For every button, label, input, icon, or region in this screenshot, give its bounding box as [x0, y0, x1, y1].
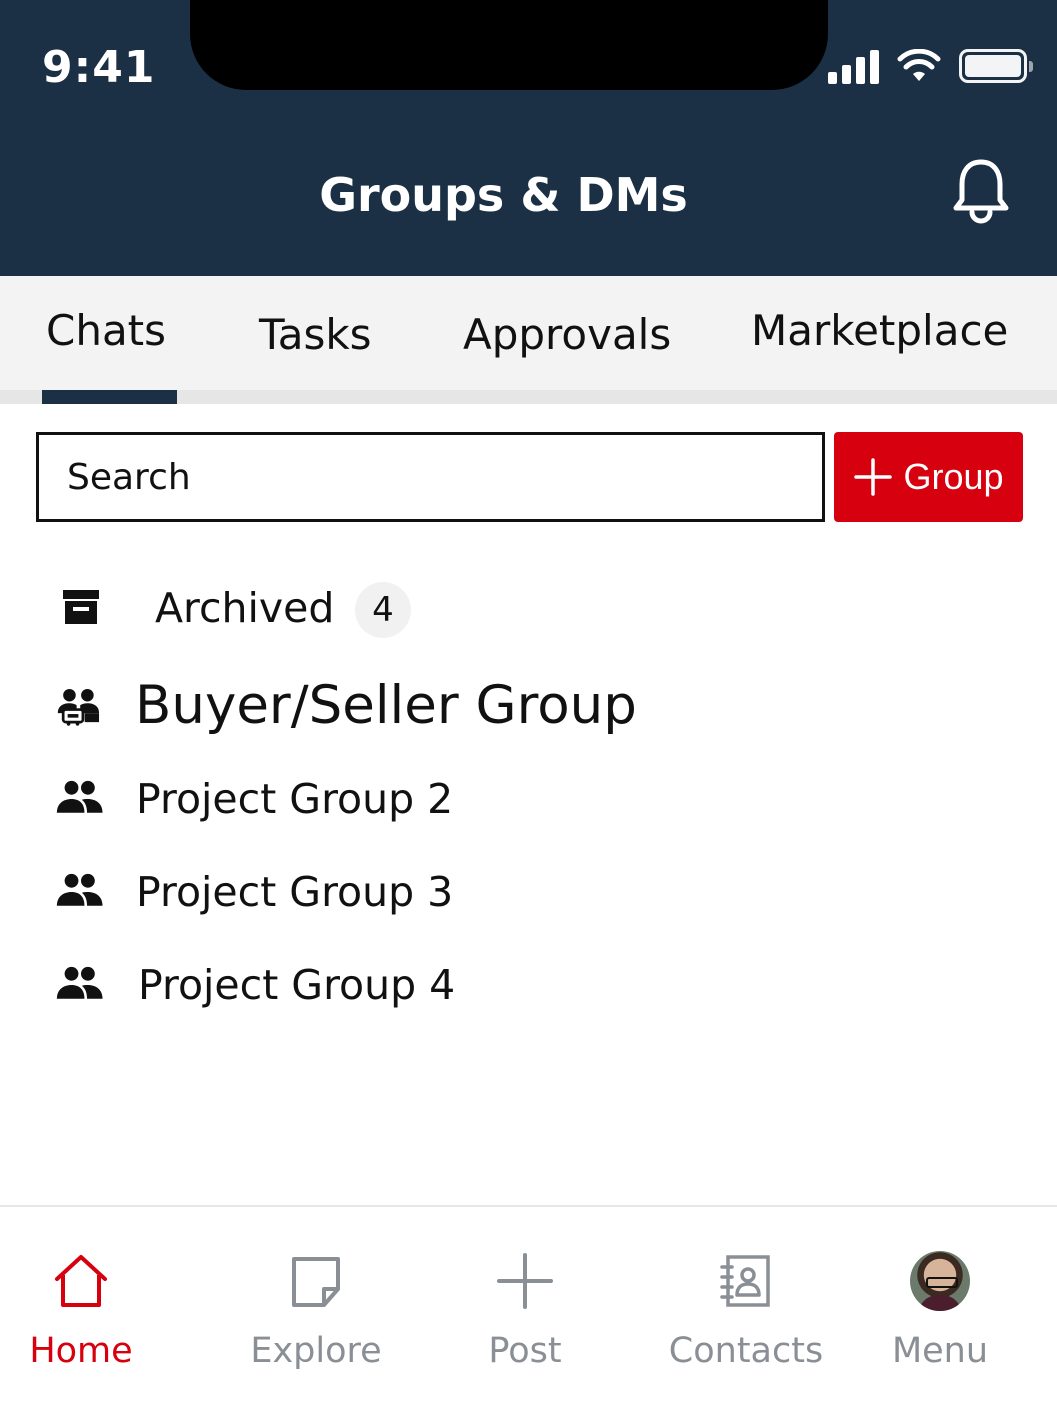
page-title: Groups & DMs	[319, 168, 688, 222]
list-item[interactable]: Project Group 4	[56, 961, 455, 1009]
nav-contacts[interactable]: Contacts	[664, 1251, 828, 1371]
tab-tasks[interactable]: Tasks	[259, 310, 372, 359]
nav-menu[interactable]: Menu	[890, 1251, 990, 1371]
status-time: 9:41	[42, 42, 156, 93]
buyer-seller-group-icon	[57, 688, 100, 726]
plus-icon	[497, 1253, 553, 1309]
group-icon	[56, 780, 103, 813]
wifi-icon	[897, 49, 941, 81]
add-group-button[interactable]: Group	[834, 432, 1023, 522]
battery-icon	[959, 49, 1033, 83]
contacts-book-icon	[720, 1255, 770, 1307]
notification-bell-icon[interactable]	[950, 156, 1012, 226]
tab-approvals[interactable]: Approvals	[463, 310, 671, 359]
plus-icon	[854, 458, 893, 496]
archive-box-icon	[63, 590, 99, 624]
list-item[interactable]: Project Group 3	[56, 868, 453, 916]
nav-post[interactable]: Post	[486, 1251, 564, 1371]
nav-home-label: Home	[29, 1331, 133, 1371]
list-item[interactable]: Buyer/Seller Group	[56, 675, 637, 736]
active-tab-indicator	[42, 390, 177, 404]
nav-explore[interactable]: Explore	[250, 1251, 382, 1371]
nav-home[interactable]: Home	[28, 1251, 134, 1371]
home-icon	[55, 1255, 107, 1307]
search-input[interactable]	[36, 432, 825, 522]
cellular-signal-icon	[828, 48, 879, 84]
group-icon	[56, 873, 103, 906]
group-label: Buyer/Seller Group	[135, 675, 637, 736]
group-label: Project Group 2	[136, 775, 454, 823]
note-icon	[292, 1257, 340, 1307]
avatar	[910, 1251, 970, 1311]
nav-post-label: Post	[488, 1331, 562, 1371]
app-header: 9:41 Groups & DMs	[0, 0, 1057, 276]
group-label: Project Group 3	[136, 868, 454, 916]
archived-label[interactable]: Archived	[155, 584, 334, 632]
device-notch	[190, 0, 828, 90]
tab-bar: Chats Tasks Approvals Marketplace	[0, 276, 1057, 404]
add-group-label: Group	[903, 456, 1004, 497]
nav-contacts-label: Contacts	[668, 1331, 824, 1371]
tab-chats[interactable]: Chats	[46, 306, 166, 355]
nav-menu-label: Menu	[891, 1331, 989, 1371]
archived-row[interactable]	[62, 588, 100, 626]
group-icon	[56, 966, 103, 999]
list-item[interactable]: Project Group 2	[56, 775, 453, 823]
group-label: Project Group 4	[138, 961, 456, 1009]
archived-count-badge: 4	[355, 582, 411, 638]
tab-marketplace[interactable]: Marketplace	[751, 306, 1008, 355]
bottom-nav-bar: Home Explore Post Contacts Menu	[0, 1205, 1057, 1404]
status-icons	[828, 48, 1033, 84]
nav-explore-label: Explore	[250, 1331, 382, 1371]
